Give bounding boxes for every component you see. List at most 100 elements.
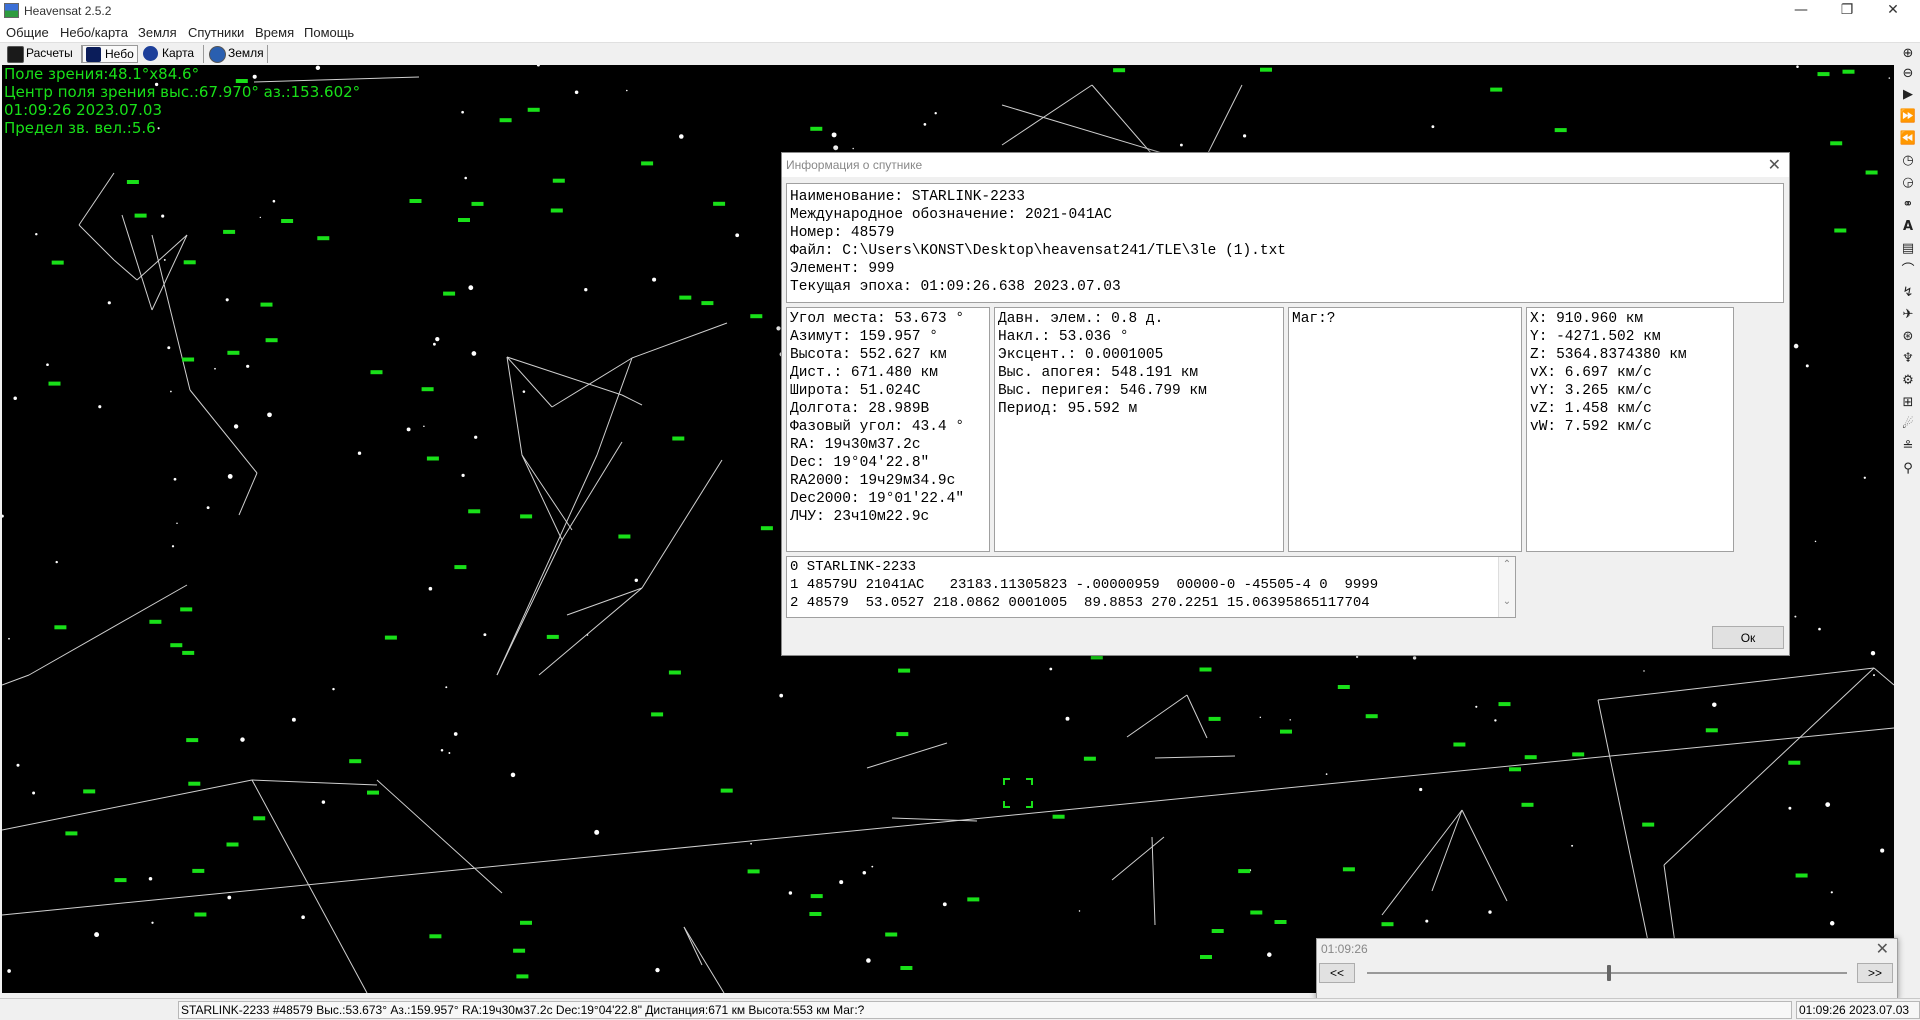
satellite-marker[interactable] — [65, 831, 78, 836]
satellite-marker[interactable] — [760, 526, 773, 531]
satellite-marker[interactable] — [51, 260, 64, 265]
satellite-marker[interactable] — [1795, 873, 1808, 878]
satellite-marker[interactable] — [409, 199, 422, 203]
satellite-marker[interactable] — [1521, 802, 1534, 807]
clock-icon[interactable]: ◷ — [1899, 152, 1917, 170]
satellite-marker[interactable] — [192, 868, 205, 873]
satellite-marker[interactable] — [454, 565, 467, 570]
play-icon[interactable]: ▶ — [1899, 86, 1917, 104]
close-window-button[interactable]: ✕ — [1870, 0, 1916, 22]
menu-earth[interactable]: Земля — [138, 25, 177, 40]
satellite-marker[interactable] — [1208, 716, 1221, 721]
satellite-marker[interactable] — [550, 208, 563, 213]
satellite-marker[interactable] — [1199, 667, 1212, 672]
satellite-marker[interactable] — [134, 213, 147, 218]
satellite-marker[interactable] — [1337, 685, 1350, 689]
satellite-marker[interactable] — [317, 236, 330, 241]
satellite-marker[interactable] — [898, 668, 911, 673]
tab-calculations[interactable]: Расчеты — [4, 45, 82, 63]
satellite-marker[interactable] — [1274, 920, 1287, 924]
satellite-marker[interactable] — [513, 948, 526, 953]
satellite-marker[interactable] — [900, 966, 913, 970]
satellite-marker[interactable] — [370, 370, 383, 375]
satellite-marker[interactable] — [265, 338, 278, 343]
rewind-icon[interactable]: ⏪ — [1899, 130, 1917, 148]
horizon-icon[interactable]: ⌒ — [1899, 262, 1917, 280]
text-label-icon[interactable]: A — [1899, 218, 1917, 236]
satellite-marker[interactable] — [170, 643, 183, 648]
satellite-marker[interactable] — [1842, 69, 1855, 74]
tle-lines[interactable]: 0 STARLINK-2233 1 48579U 21041AC 23183.11… — [787, 557, 1515, 612]
satellite-marker[interactable] — [1705, 728, 1718, 733]
ok-button[interactable]: Ок — [1712, 626, 1784, 649]
tab-sky[interactable]: Небо — [82, 45, 138, 63]
satellite-marker[interactable] — [1817, 72, 1830, 77]
satellite-marker[interactable] — [226, 842, 239, 847]
satellite-marker[interactable] — [1342, 867, 1355, 872]
menu-sky-map[interactable]: Небо/карта — [60, 25, 128, 40]
satellite-marker[interactable] — [1200, 955, 1212, 959]
satellite-marker[interactable] — [48, 381, 61, 386]
satellite-marker[interactable] — [186, 738, 199, 743]
tab-earth[interactable]: Земля — [206, 45, 268, 63]
satellite-marker[interactable] — [114, 878, 127, 883]
time-forward-button[interactable]: >> — [1857, 963, 1893, 983]
satellite-marker[interactable] — [468, 509, 481, 514]
grid-icon[interactable]: ⊞ — [1899, 394, 1917, 412]
satellite-marker[interactable] — [1381, 922, 1394, 927]
satellite-marker[interactable] — [668, 670, 681, 675]
satellite-marker[interactable] — [701, 301, 714, 306]
zoom-in-icon[interactable]: ⊕ — [1899, 45, 1917, 63]
satellite-marker[interactable] — [260, 302, 273, 307]
satellite-marker[interactable] — [1260, 67, 1272, 72]
restore-button[interactable]: ❐ — [1824, 0, 1870, 22]
time-window-close-button[interactable]: ✕ — [1876, 939, 1889, 958]
satellite-marker[interactable] — [896, 732, 909, 737]
satellite-marker[interactable] — [83, 789, 96, 794]
time-slider-thumb[interactable] — [1607, 965, 1611, 981]
zoom-out-icon[interactable]: ⊖ — [1899, 65, 1917, 83]
satellite-marker[interactable] — [1830, 141, 1843, 146]
satellite-marker[interactable] — [182, 650, 195, 655]
satellite-marker[interactable] — [194, 912, 207, 917]
satellite-marker[interactable] — [1453, 742, 1466, 747]
satellite-marker[interactable] — [651, 712, 664, 717]
satellite-marker[interactable] — [1238, 869, 1251, 874]
orbit-icon[interactable]: ⊛ — [1899, 328, 1917, 346]
satellite-marker[interactable] — [520, 514, 533, 519]
satellite-marker[interactable] — [1524, 755, 1537, 760]
satellite-marker[interactable] — [1052, 814, 1065, 819]
satellite-marker[interactable] — [1250, 910, 1263, 915]
satellite-marker[interactable] — [1554, 128, 1567, 133]
minimize-button[interactable]: — — [1778, 0, 1824, 22]
satellite-marker[interactable] — [188, 781, 201, 786]
printer-icon[interactable]: ▤ — [1899, 240, 1917, 258]
menu-general[interactable]: Общие — [6, 25, 49, 40]
satellite-marker[interactable] — [641, 161, 654, 166]
satellite-marker[interactable] — [1211, 929, 1224, 933]
satellite-marker[interactable] — [182, 357, 195, 362]
satellite-marker[interactable] — [1365, 714, 1378, 719]
satellite-marker[interactable] — [520, 920, 532, 925]
satellite-marker[interactable] — [809, 912, 822, 916]
satellite-marker[interactable] — [679, 295, 692, 300]
menu-satellites[interactable]: Спутники — [188, 25, 244, 40]
settings-icon[interactable]: ⚙ — [1899, 372, 1917, 390]
satellite-marker[interactable] — [720, 788, 733, 793]
satellite-marker[interactable] — [126, 180, 139, 184]
comet-icon[interactable]: ☄ — [1899, 416, 1917, 434]
satellite-marker[interactable] — [1498, 702, 1511, 707]
antenna-icon[interactable]: ♆ — [1899, 350, 1917, 368]
binoculars-icon[interactable]: ⚭ — [1899, 196, 1917, 214]
dish-icon[interactable]: ≗ — [1899, 438, 1917, 456]
satellite-marker[interactable] — [672, 436, 685, 441]
satellite-marker[interactable] — [429, 934, 442, 939]
satellite-marker[interactable] — [180, 607, 193, 612]
clock-alt-icon[interactable]: ◶ — [1899, 174, 1917, 192]
satellite-marker[interactable] — [1490, 87, 1503, 92]
satellite-marker[interactable] — [349, 759, 362, 764]
satellite-marker[interactable] — [747, 869, 760, 874]
satellite-marker[interactable] — [183, 260, 196, 265]
satellite-marker[interactable] — [1280, 729, 1292, 734]
telescope-icon[interactable]: ⚲ — [1899, 460, 1917, 478]
